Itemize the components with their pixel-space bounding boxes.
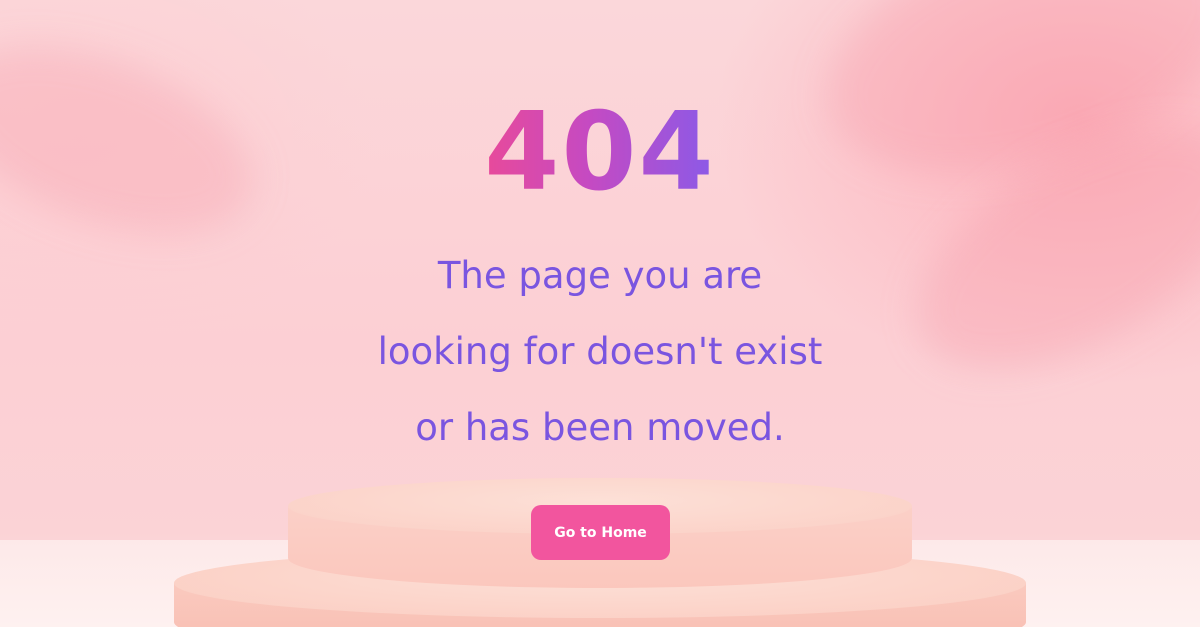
go-to-home-button[interactable]: Go to Home — [531, 505, 670, 560]
error-message: The page you are looking for doesn't exi… — [0, 238, 1200, 466]
error-message-line: The page you are — [437, 254, 763, 297]
error-code-text: 404 — [484, 90, 716, 215]
error-code-heading: 404 — [0, 88, 1200, 218]
error-message-line: or has been moved. — [415, 406, 785, 449]
error-message-line: looking for doesn't exist — [377, 330, 823, 373]
